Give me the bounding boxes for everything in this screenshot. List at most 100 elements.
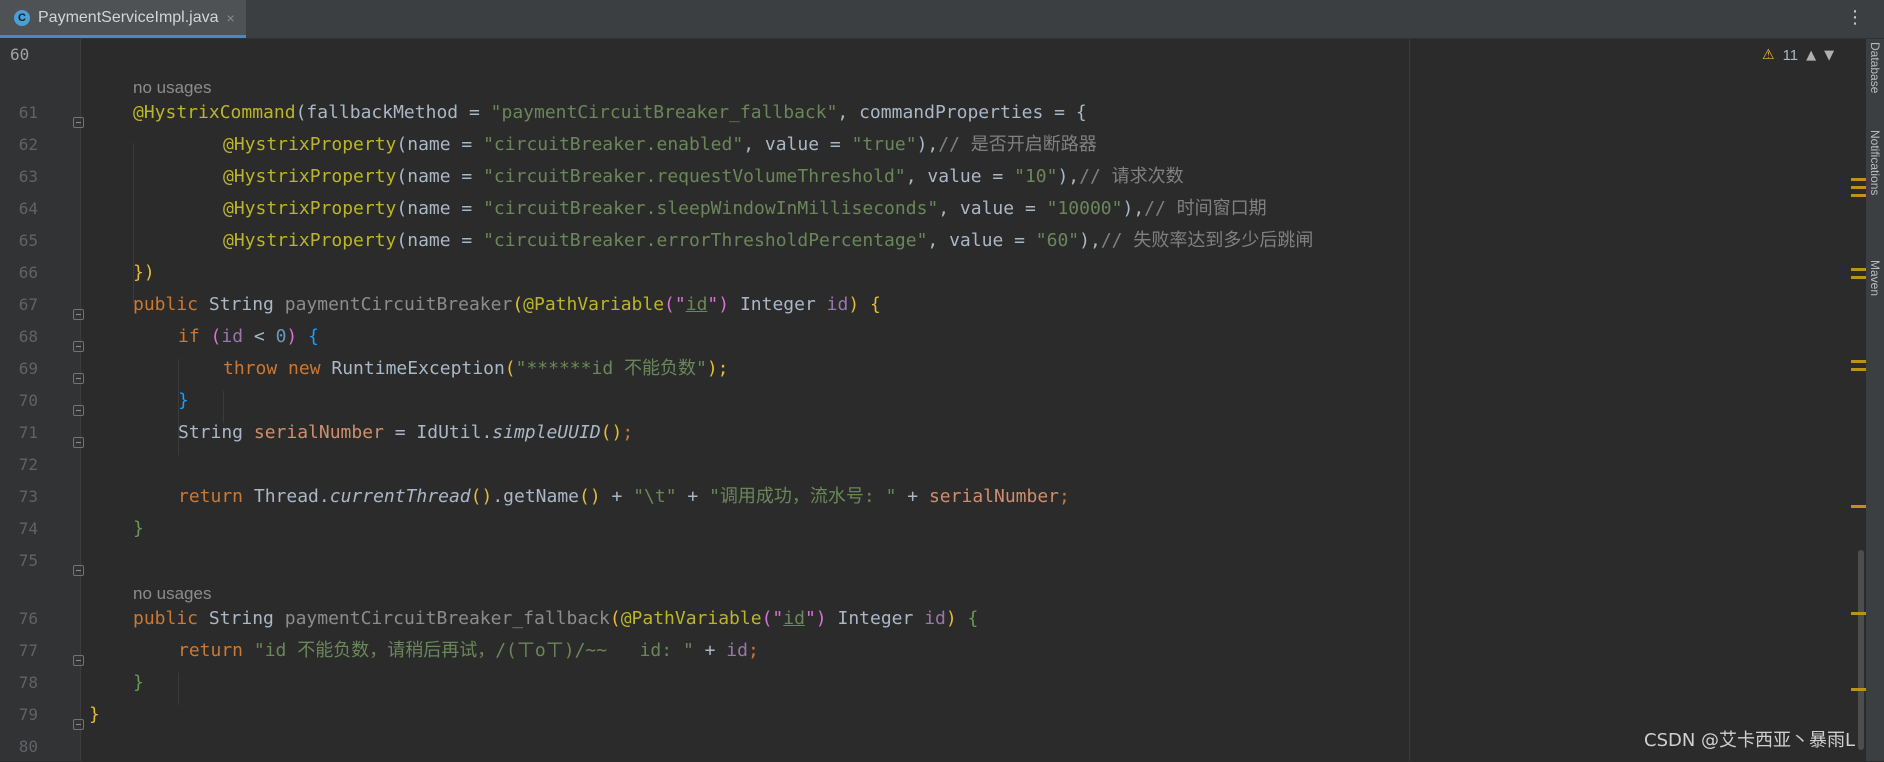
tab-title: PaymentServiceImpl.java [38, 8, 219, 26]
code-text: , value = [938, 198, 1047, 219]
string-literal: "10000" [1046, 198, 1123, 219]
line-number: 63 [18, 167, 38, 186]
warning-marker[interactable] [1851, 688, 1866, 691]
warning-marker[interactable] [1851, 276, 1866, 279]
code-text: ( [504, 358, 516, 379]
code-text: (fallbackMethod = [295, 102, 491, 123]
next-highlight-icon[interactable]: ▼ [1824, 48, 1834, 63]
code-text: } [178, 390, 189, 411]
warning-marker[interactable] [1851, 368, 1866, 371]
inspection-widget[interactable]: ⚠ 11 ▲ ▼ [1762, 44, 1834, 66]
code-text: ; [622, 422, 634, 443]
code-line-61[interactable]: @HystrixCommand(fallbackMethod = "paymen… [81, 97, 1884, 128]
string-literal: "60" [1035, 230, 1080, 251]
code-line-78[interactable]: } [81, 667, 1884, 698]
string-literal: "circuitBreaker.sleepWindowInMillisecond… [483, 198, 939, 219]
code-line-62[interactable]: @HystrixProperty(name = "circuitBreaker.… [81, 129, 1884, 160]
code-comment: // 请求次数 [1079, 166, 1184, 187]
more-options-icon[interactable]: ⋮ [1846, 6, 1864, 30]
code-text: + [600, 486, 634, 507]
code-text: < [243, 326, 276, 347]
editor-tab-bar: C PaymentServiceImpl.java × ⋮ [0, 0, 1884, 39]
line-number: 71 [18, 423, 38, 442]
code-comment: // 失败率达到多少后跳闸 [1100, 230, 1314, 251]
code-line-71[interactable]: String serialNumber = IdUtil.simpleUUID(… [81, 417, 1884, 448]
code-line-70[interactable]: } [81, 385, 1884, 416]
database-tool-tab[interactable]: Database [1868, 42, 1882, 93]
line-number: 73 [18, 487, 38, 506]
code-line-68[interactable]: if (id < 0) { [81, 321, 1884, 352]
annotation: @HystrixCommand [133, 102, 296, 123]
editor-tab[interactable]: C PaymentServiceImpl.java × [0, 0, 246, 38]
notifications-tool-tab[interactable]: Notifications [1868, 130, 1882, 195]
java-class-icon: C [14, 9, 30, 26]
code-text: RuntimeException [320, 358, 505, 379]
parameter: id [726, 640, 748, 661]
annotation: @PathVariable [620, 608, 762, 629]
previous-highlight-icon[interactable]: ▲ [1806, 48, 1816, 63]
editor-gutter[interactable]: 60 61 62 63 64 65 66 67 68 69 70 71 72 7… [0, 39, 84, 761]
line-number: 68 [18, 327, 38, 346]
warning-marker[interactable] [1851, 360, 1866, 363]
code-line-63[interactable]: @HystrixProperty(name = "circuitBreaker.… [81, 161, 1884, 192]
code-line-73[interactable]: return Thread.currentThread().getName() … [81, 481, 1884, 512]
warning-icon: ⚠ [1762, 47, 1775, 63]
close-icon[interactable]: × [227, 10, 235, 26]
line-number: 61 [18, 103, 38, 122]
code-editor[interactable]: no usages @HystrixCommand(fallbackMethod… [81, 39, 1855, 761]
annotation: @PathVariable [523, 294, 665, 315]
warning-marker[interactable] [1851, 268, 1866, 271]
code-text: (name = [396, 198, 484, 219]
line-number: 60 [10, 45, 30, 64]
code-text: ), [1079, 230, 1101, 251]
code-text: ") [804, 608, 827, 629]
code-line-64[interactable]: @HystrixProperty(name = "circuitBreaker.… [81, 193, 1884, 224]
warning-marker[interactable] [1851, 178, 1866, 181]
warning-marker[interactable] [1851, 505, 1866, 508]
maven-tool-tab[interactable]: Maven [1868, 260, 1882, 296]
annotation: @HystrixProperty [223, 134, 397, 155]
line-number: 66 [18, 263, 38, 282]
code-line-74[interactable]: } [81, 513, 1884, 544]
line-number: 78 [18, 673, 38, 692]
code-text: } [133, 672, 144, 693]
line-number: 67 [18, 295, 38, 314]
code-text: , value = [927, 230, 1036, 251]
keyword: throw [223, 358, 278, 379]
line-number: 69 [18, 359, 38, 378]
code-text: ( [210, 326, 222, 347]
code-line-76[interactable]: public String paymentCircuitBreaker_fall… [81, 603, 1884, 634]
line-number: 64 [18, 199, 38, 218]
code-text: (name = [396, 134, 484, 155]
warning-marker[interactable] [1851, 186, 1866, 189]
scrollbar-thumb[interactable] [1858, 550, 1864, 750]
keyword: return [178, 486, 244, 507]
keyword: if [178, 326, 200, 347]
code-line-65[interactable]: @HystrixProperty(name = "circuitBreaker.… [81, 225, 1884, 256]
code-text: } [133, 518, 144, 539]
code-text: ( [512, 294, 524, 315]
code-text: , value = [905, 166, 1015, 187]
line-number: 80 [18, 737, 38, 756]
code-line-69[interactable]: throw new RuntimeException("******id 不能负… [81, 353, 1884, 384]
code-line-77[interactable]: return "id 不能负数，请稍后再试，/(ㄒoㄒ)/~~ id: " + … [81, 635, 1884, 666]
string-literal: "调用成功，流水号: " [709, 486, 897, 507]
code-text: String [198, 608, 285, 629]
warning-marker[interactable] [1851, 612, 1866, 615]
line-number: 76 [18, 609, 38, 628]
code-text: (name = [396, 230, 484, 251]
method-name: paymentCircuitBreaker_fallback [284, 608, 610, 629]
line-number: 65 [18, 231, 38, 250]
string-literal: id [685, 294, 708, 315]
code-text: () [470, 486, 493, 507]
code-text: Integer [729, 294, 827, 315]
code-text: + [896, 486, 929, 507]
code-line-67[interactable]: public String paymentCircuitBreaker(@Pat… [81, 289, 1884, 320]
warning-marker[interactable] [1851, 194, 1866, 197]
code-text: .getName [492, 486, 580, 507]
code-text: ), [916, 134, 939, 155]
local-variable: serialNumber [928, 486, 1060, 507]
code-line-66[interactable]: }) [81, 257, 1884, 288]
string-literal: "10" [1014, 166, 1058, 187]
code-line-79[interactable]: } [81, 699, 1884, 730]
